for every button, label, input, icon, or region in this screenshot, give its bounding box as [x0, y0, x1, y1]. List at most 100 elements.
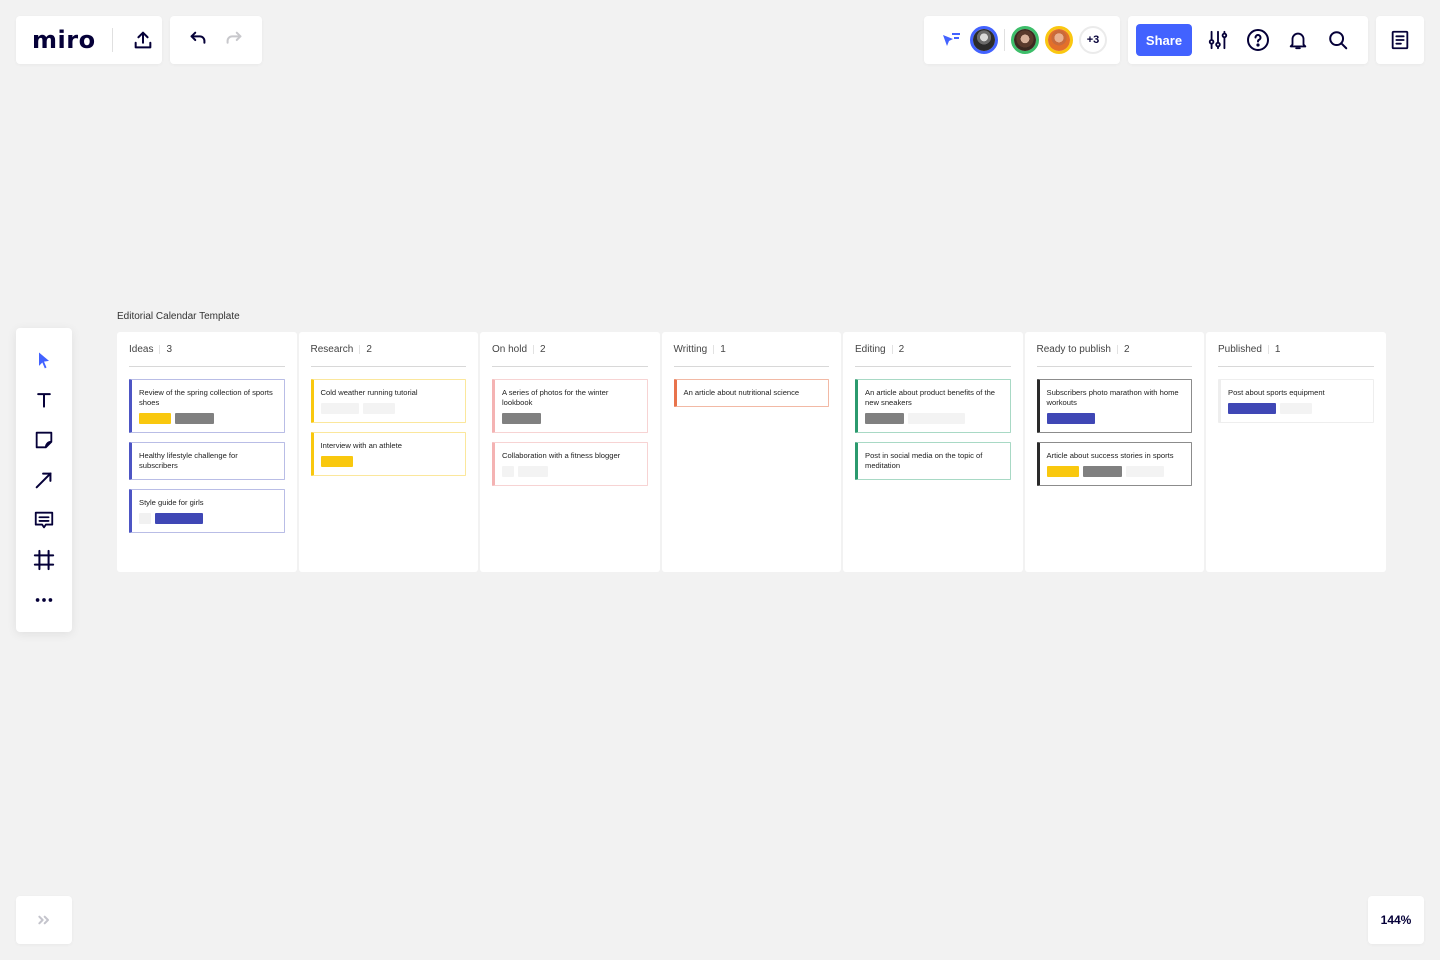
card[interactable]: Style guide for girls — [129, 489, 285, 533]
avatar-collaborator-2[interactable] — [1045, 26, 1073, 54]
avatar-owner[interactable] — [970, 26, 998, 54]
tag[interactable] — [139, 513, 151, 524]
card[interactable]: Cold weather running tutorial — [310, 379, 466, 423]
divider — [1117, 344, 1118, 354]
kanban-board: Ideas 3 Review of the spring collection … — [117, 332, 1386, 572]
divider — [1004, 29, 1005, 51]
card-list: An article about nutritional science — [673, 367, 829, 407]
tag[interactable] — [1046, 466, 1079, 477]
more-tools-button[interactable] — [28, 584, 60, 616]
settings-button[interactable] — [1202, 24, 1234, 56]
search-button[interactable] — [1322, 24, 1354, 56]
tag[interactable] — [320, 456, 353, 467]
card[interactable]: An article about nutritional science — [673, 379, 829, 407]
tag-list — [320, 456, 458, 467]
history-panel — [170, 16, 262, 64]
redo-button[interactable] — [218, 24, 250, 56]
divider — [111, 28, 113, 52]
column-title[interactable]: Ideas — [129, 344, 153, 355]
card[interactable]: Healthy lifestyle challenge for subscrib… — [129, 442, 285, 480]
expand-panel — [16, 896, 72, 944]
tag[interactable] — [865, 413, 904, 424]
card[interactable]: An article about product benefits of the… — [855, 379, 1011, 433]
column-count: 2 — [1124, 343, 1130, 355]
tag[interactable] — [362, 403, 395, 414]
divider — [159, 344, 161, 354]
tag[interactable] — [502, 466, 514, 477]
column-title[interactable]: Editing — [855, 344, 886, 355]
frame-title[interactable]: Editorial Calendar Template — [117, 311, 240, 322]
column-title[interactable]: Research — [311, 344, 354, 355]
left-toolbar — [16, 328, 72, 632]
comment-tool[interactable] — [28, 504, 60, 536]
card[interactable]: Subscribers photo marathon with home wor… — [1036, 379, 1192, 433]
tag[interactable] — [139, 413, 171, 424]
column-header: Editing 2 — [855, 332, 1011, 367]
more-collaborators-badge[interactable]: +3 — [1079, 26, 1107, 54]
column-title[interactable]: On hold — [492, 344, 527, 355]
card[interactable]: Review of the spring collection of sport… — [129, 379, 285, 433]
tag[interactable] — [502, 413, 541, 424]
tag-list — [1046, 413, 1184, 424]
export-button[interactable] — [127, 24, 159, 56]
follow-cursor-button[interactable] — [936, 24, 968, 56]
double-chevron-right-icon — [38, 915, 49, 925]
card[interactable]: Post about sports equipment — [1218, 379, 1374, 423]
card[interactable]: A series of photos for the winter lookbo… — [492, 379, 648, 433]
divider — [1267, 344, 1269, 354]
tag[interactable] — [1228, 403, 1276, 414]
tag[interactable] — [518, 466, 548, 477]
help-button[interactable] — [1242, 24, 1274, 56]
tag[interactable] — [1280, 403, 1312, 414]
tag-list — [139, 413, 276, 424]
text-tool[interactable] — [28, 384, 60, 416]
card-title: Article about success stories in sports — [1046, 451, 1174, 460]
expand-sidebar-button[interactable] — [28, 904, 60, 936]
column-count: 2 — [366, 343, 372, 355]
column-on-hold: On hold 2 A series of photos for the win… — [480, 332, 660, 572]
column-title[interactable]: Writting — [674, 344, 708, 355]
card[interactable]: Collaboration with a fitness blogger — [492, 442, 648, 486]
select-tool[interactable] — [28, 344, 60, 376]
tag[interactable] — [1125, 466, 1164, 477]
comment-icon — [34, 511, 54, 529]
card[interactable]: Post in social media on the topic of med… — [855, 442, 1011, 480]
card-list: Post about sports equipment — [1218, 367, 1374, 423]
avatar-collaborator-1[interactable] — [1011, 26, 1039, 54]
card-list: An article about product benefits of the… — [855, 367, 1011, 480]
card-title: Style guide for girls — [139, 498, 204, 507]
notes-panel — [1376, 16, 1424, 64]
undo-button[interactable] — [182, 24, 214, 56]
column-title[interactable]: Published — [1218, 344, 1262, 355]
frame-tool[interactable] — [28, 544, 60, 576]
connection-line-tool[interactable] — [28, 464, 60, 496]
card-title: Healthy lifestyle challenge for subscrib… — [139, 451, 238, 470]
tag-list — [139, 513, 276, 524]
bell-icon — [1289, 32, 1307, 50]
tag[interactable] — [320, 403, 359, 414]
tag[interactable] — [175, 413, 214, 424]
tag-list — [1228, 403, 1365, 414]
miro-logo[interactable]: miro — [32, 26, 96, 54]
share-button[interactable]: Share — [1136, 24, 1192, 56]
tag[interactable] — [908, 413, 965, 424]
divider — [891, 344, 893, 354]
card-title: Post in social media on the topic of med… — [865, 451, 983, 470]
column-header: Published 1 — [1218, 332, 1374, 367]
zoom-level[interactable]: 144% — [1368, 896, 1424, 944]
card-title: Interview with an athlete — [320, 441, 402, 450]
sticky-note-tool[interactable] — [28, 424, 60, 456]
tag[interactable] — [1046, 413, 1095, 424]
card[interactable]: Article about success stories in sports — [1036, 442, 1192, 486]
tag[interactable] — [1082, 466, 1122, 477]
column-title[interactable]: Ready to publish — [1037, 344, 1112, 355]
collaborators-panel: +3 — [924, 16, 1120, 64]
tag-list — [502, 413, 639, 424]
sliders-icon — [1208, 30, 1228, 50]
tag[interactable] — [155, 513, 203, 524]
divider — [533, 344, 535, 354]
card[interactable]: Interview with an athlete — [310, 432, 466, 476]
undo-icon — [190, 31, 206, 44]
notifications-button[interactable] — [1282, 24, 1314, 56]
notes-button[interactable] — [1384, 24, 1416, 56]
